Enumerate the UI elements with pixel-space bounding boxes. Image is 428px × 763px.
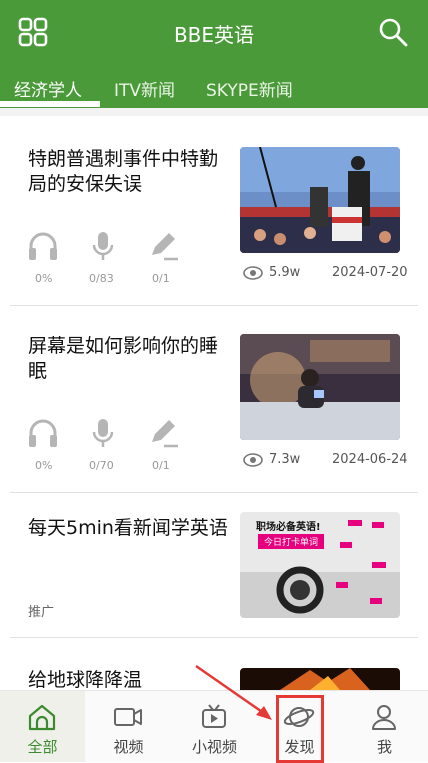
pencil-icon <box>152 233 178 261</box>
user-icon <box>372 705 396 730</box>
pencil-icon <box>152 420 178 448</box>
write-progress: 0/1 <box>152 272 170 285</box>
views-icon <box>243 453 263 467</box>
search-icon[interactable] <box>378 17 408 47</box>
annotation-arrow <box>195 664 272 720</box>
tab-skype-news[interactable]: SKYPE新闻 <box>206 76 293 101</box>
promo-image-button: 今日打卡单词 <box>258 534 325 549</box>
nav-label: 小视频 <box>191 738 237 756</box>
microphone-icon <box>92 232 114 260</box>
promo-label: 推广 <box>28 605 55 620</box>
divider <box>10 305 418 306</box>
publish-date: 2024-07-20 <box>332 265 408 280</box>
annotation-highlight-box <box>276 695 324 763</box>
promo-image-caption: 职场必备英语! <box>256 522 321 533</box>
listen-progress: 0% <box>35 272 53 285</box>
views-icon <box>243 266 263 280</box>
home-icon <box>28 704 56 731</box>
nav-all[interactable]: 全部 <box>0 691 85 762</box>
promo-card[interactable]: 每天5min看新闻学英语 职场必备英语! 今日打卡单词 <box>10 512 418 622</box>
section-separator <box>0 108 428 116</box>
article-card[interactable]: 屏幕是如何影响你的睡眠 0% 0/70 0/1 7.3w 2024-06-24 <box>10 334 418 484</box>
tab-itv-news[interactable]: ITV新闻 <box>114 76 175 101</box>
app-header: BBE英语 <box>0 0 428 66</box>
nav-label: 视频 <box>113 738 144 756</box>
nav-label: 全部 <box>27 738 58 756</box>
article-thumbnail[interactable] <box>240 147 400 253</box>
article-thumbnail[interactable] <box>240 334 400 440</box>
promo-thumbnail[interactable]: 职场必备英语! 今日打卡单词 <box>240 512 400 618</box>
app-title: BBE英语 <box>173 23 255 47</box>
divider <box>10 492 418 493</box>
article-title[interactable]: 特朗普遇刺事件中特勤局的安保失误 <box>28 147 228 197</box>
promo-title[interactable]: 每天5min看新闻学英语 <box>28 516 228 541</box>
article-image <box>240 147 400 253</box>
microphone-icon <box>92 419 114 447</box>
headphones-icon <box>29 232 57 260</box>
speak-progress: 0/83 <box>89 272 114 285</box>
view-count: 7.3w <box>269 452 301 467</box>
nav-label: 我 <box>376 738 392 756</box>
listen-progress: 0% <box>35 459 53 472</box>
video-icon <box>114 708 142 726</box>
tab-economist[interactable]: 经济学人 <box>14 76 82 101</box>
article-title[interactable]: 屏幕是如何影响你的睡眠 <box>28 334 228 384</box>
publish-date: 2024-06-24 <box>332 452 408 467</box>
headphones-icon <box>29 419 57 447</box>
article-card[interactable]: 特朗普遇刺事件中特勤局的安保失误 0% 0/83 0/1 5.9w 2024-0… <box>10 147 418 297</box>
divider <box>10 637 418 638</box>
write-progress: 0/1 <box>152 459 170 472</box>
nav-video[interactable]: 视频 <box>86 691 171 762</box>
view-count: 5.9w <box>269 265 301 280</box>
nav-me[interactable]: 我 <box>342 691 427 762</box>
speak-progress: 0/70 <box>89 459 114 472</box>
active-tab-indicator <box>0 101 100 107</box>
article-image <box>240 334 400 440</box>
